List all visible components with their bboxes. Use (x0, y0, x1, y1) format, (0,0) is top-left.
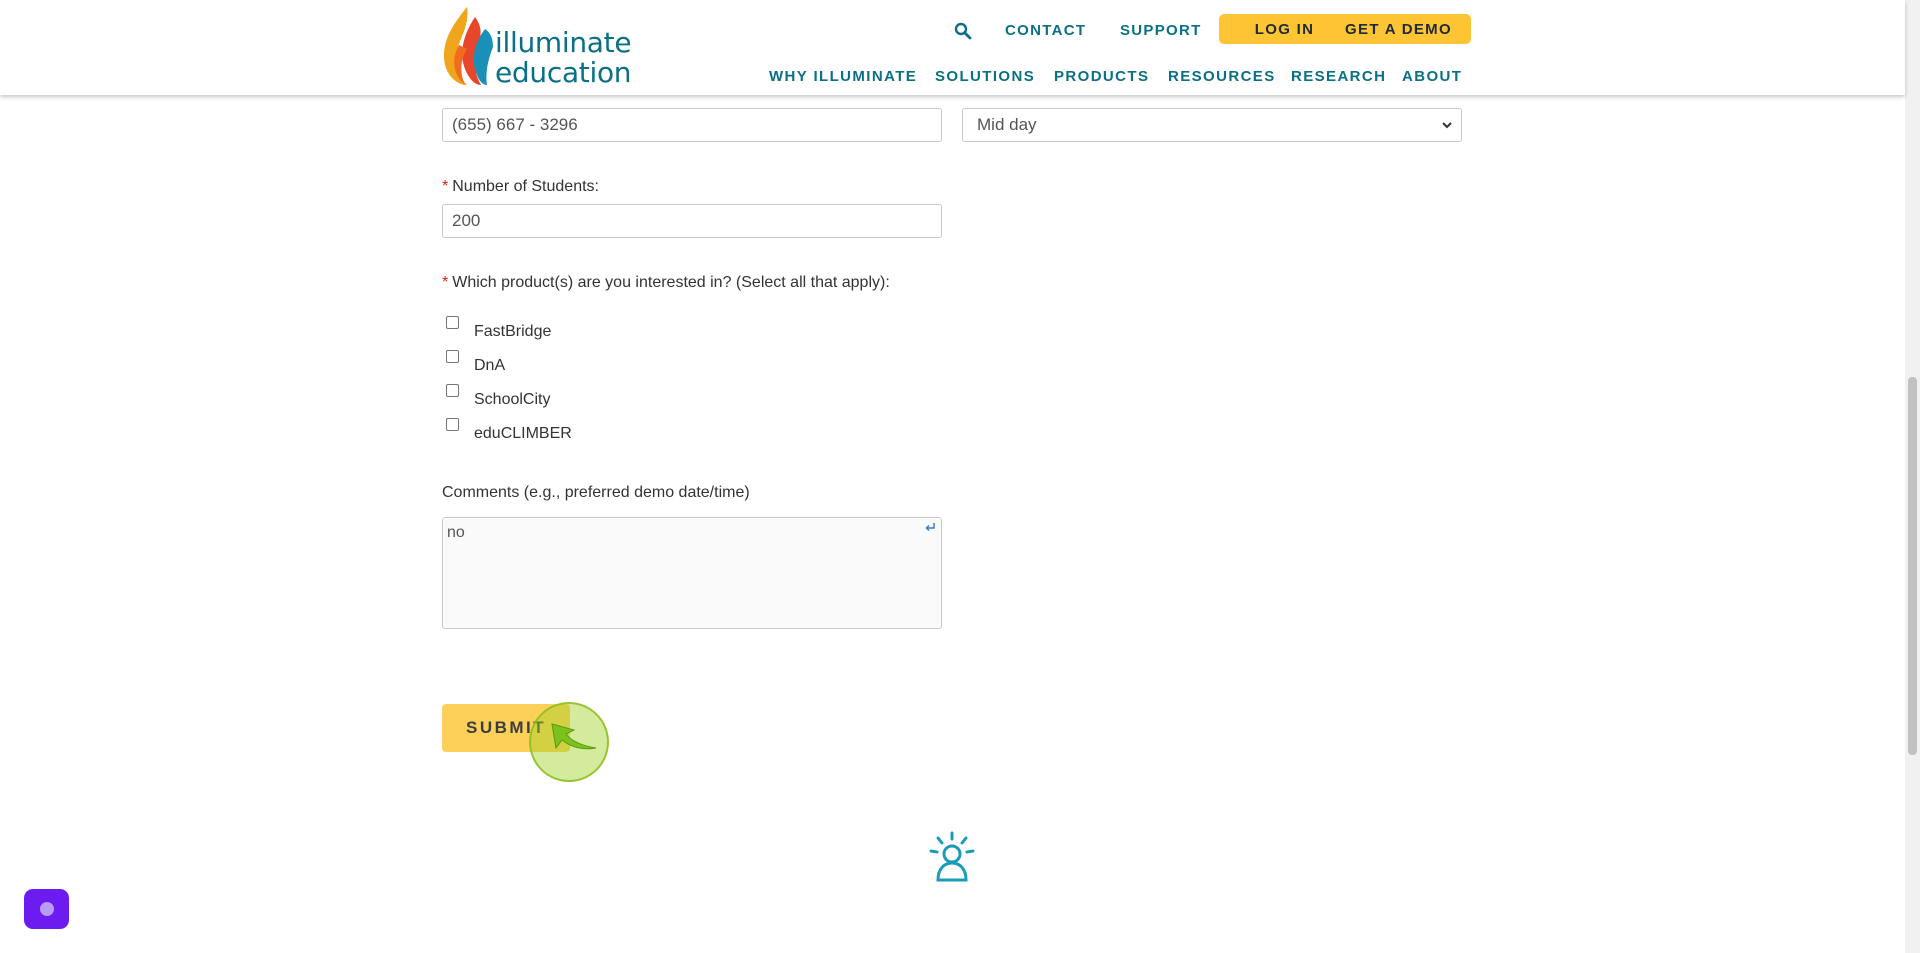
nav-about[interactable]: ABOUT (1402, 68, 1462, 85)
dna-label[interactable]: DnA (474, 357, 505, 375)
site-header: illuminate education CONTACT SUPPORT LOG… (0, 0, 1905, 95)
chat-launcher-button[interactable] (24, 889, 69, 929)
best-time-value: Mid day (977, 115, 1037, 134)
nav-why-illuminate[interactable]: WHY ILLUMINATE (769, 68, 917, 85)
page-scrollbar[interactable] (1905, 0, 1920, 953)
search-button[interactable] (950, 14, 974, 46)
chevron-down-icon (1442, 122, 1452, 129)
students-label: * Number of Students: (442, 178, 599, 196)
return-icon (925, 523, 935, 532)
logo-text-line1: illuminate (495, 26, 632, 59)
phone-input[interactable]: (655) 667 - 3296 (442, 108, 942, 142)
nav-products[interactable]: PRODUCTS (1054, 68, 1149, 85)
required-mark: * (442, 274, 449, 291)
students-label-text: Number of Students: (452, 178, 599, 195)
nav-solutions[interactable]: SOLUTIONS (935, 68, 1035, 85)
search-icon (954, 22, 972, 40)
nav-research[interactable]: RESEARCH (1291, 68, 1386, 85)
comments-value: no (447, 524, 465, 541)
scrollbar-thumb[interactable] (1908, 377, 1917, 755)
dna-checkbox[interactable] (446, 350, 459, 363)
comments-textarea[interactable]: no (442, 517, 942, 629)
logo-text-line2: education (495, 56, 632, 89)
products-label: * Which product(s) are you interested in?… (442, 274, 890, 292)
contact-link[interactable]: CONTACT (1005, 22, 1086, 39)
chat-icon (40, 902, 54, 916)
educlimber-label[interactable]: eduCLIMBER (474, 425, 572, 443)
required-mark: * (442, 178, 449, 195)
lightbulb-person-icon (929, 831, 975, 882)
schoolcity-label[interactable]: SchoolCity (474, 391, 550, 409)
cursor-arrow-icon (551, 723, 597, 750)
products-label-text: Which product(s) are you interested in? … (452, 274, 890, 291)
illuminate-education-logo[interactable]: illuminate education (441, 5, 632, 87)
students-input[interactable]: 200 (442, 204, 942, 238)
comments-label: Comments (e.g., preferred demo date/time… (442, 484, 750, 501)
nav-resources[interactable]: RESOURCES (1168, 68, 1276, 85)
educlimber-checkbox[interactable] (446, 418, 459, 431)
flame-logo-icon (443, 7, 493, 85)
fastbridge-label[interactable]: FastBridge (474, 323, 551, 341)
get-a-demo-button[interactable]: GET A DEMO (1326, 14, 1471, 44)
schoolcity-checkbox[interactable] (446, 384, 459, 397)
best-time-select[interactable]: Mid day (962, 108, 1462, 142)
fastbridge-checkbox[interactable] (446, 316, 459, 329)
support-link[interactable]: SUPPORT (1120, 22, 1202, 39)
